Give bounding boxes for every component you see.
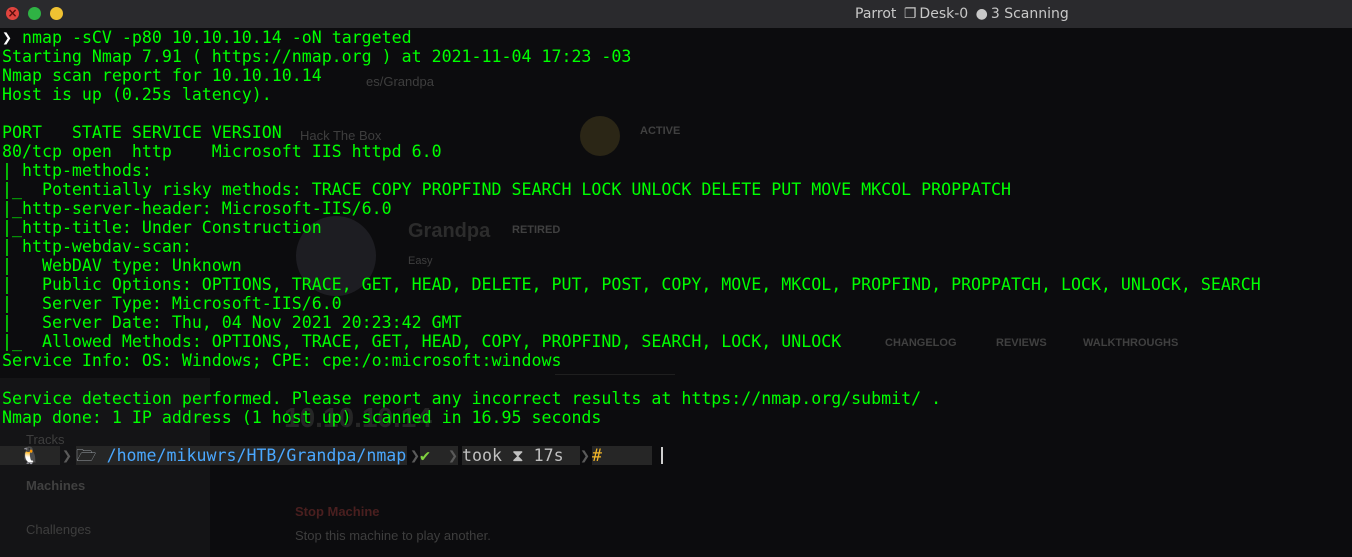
chevron-right-icon: ❯	[410, 446, 420, 465]
window-title-host: Parrot	[855, 6, 897, 22]
tux-icon: 🐧	[19, 446, 41, 465]
check-icon: ✔	[420, 446, 430, 465]
output-line: |_ Allowed Methods: OPTIONS, TRACE, GET,…	[2, 332, 842, 351]
output-line: | Server Date: Thu, 04 Nov 2021 20:23:42…	[2, 313, 462, 332]
path-segment: 🗁 /home/mikuwrs/HTB/Grandpa/nmap	[76, 446, 407, 465]
chevron-right-icon: ❯	[448, 446, 458, 465]
window-title-workspace: 3 Scanning	[990, 6, 1069, 22]
output-line: Nmap done: 1 IP address (1 host up) scan…	[2, 408, 602, 427]
output-line: | http-methods:	[2, 161, 162, 180]
output-line: | Public Options: OPTIONS, TRACE, GET, H…	[2, 275, 1261, 294]
prompt-symbol: ❯	[2, 28, 12, 47]
output-line: Host is up (0.25s latency).	[2, 85, 272, 104]
hourglass-icon: ⧗	[511, 446, 524, 465]
close-icon: ×	[7, 6, 18, 20]
window-title-desktop: Desk-0	[919, 6, 969, 22]
background-stop-desc: Stop this machine to play another.	[295, 528, 491, 543]
took-label: took	[462, 446, 502, 465]
output-line: Service detection performed. Please repo…	[2, 389, 942, 408]
output-line: | Server Type: Microsoft-IIS/6.0	[2, 294, 342, 313]
output-line: PORT STATE SERVICE VERSION	[2, 123, 282, 142]
chevron-right-icon: ❯	[62, 446, 72, 465]
output-line: Starting Nmap 7.91 ( https://nmap.org ) …	[2, 47, 632, 66]
desktop-icon: ❐	[903, 6, 917, 22]
os-segment: 🐧	[0, 446, 60, 465]
hash-symbol: #	[592, 446, 602, 465]
chevron-right-icon: ❯	[580, 446, 590, 465]
folder-icon: 🗁	[76, 446, 97, 465]
terminal-output[interactable]: ❯ nmap -sCV -p80 10.10.10.14 -oN targete…	[2, 28, 1261, 427]
output-line: |_http-title: Under Construction	[2, 218, 322, 237]
bullet-icon: ●	[975, 6, 988, 22]
window-title: Parrot ❐ Desk-0 ● 3 Scanning	[855, 6, 1069, 22]
path-prefix: /home/mikuwrs/HTB/Grandpa/	[106, 446, 367, 465]
background-stop-title: Stop Machine	[295, 504, 380, 519]
duration-segment: took ⧗ 17s	[462, 446, 580, 465]
output-line: | http-webdav-scan:	[2, 237, 202, 256]
root-segment: #	[592, 446, 652, 465]
close-window-button[interactable]: ×	[6, 6, 19, 20]
command-text: nmap -sCV -p80 10.10.10.14 -oN targeted	[22, 28, 412, 47]
window-titlebar: × Parrot ❐ Desk-0 ● 3 Scanning	[0, 0, 1352, 28]
path-current-dir: nmap	[366, 446, 407, 465]
terminal-cursor	[661, 447, 663, 464]
duration-value: 17s	[533, 446, 564, 465]
background-sidebar-challenges: Challenges	[26, 522, 92, 537]
background-sidebar-machines: Machines	[26, 478, 86, 493]
background-sidebar-tracks: Tracks	[26, 432, 65, 447]
maximize-window-button[interactable]	[28, 7, 41, 20]
output-line: Service Info: OS: Windows; CPE: cpe:/o:m…	[2, 351, 562, 370]
output-line: 80/tcp open http Microsoft IIS httpd 6.0	[2, 142, 442, 161]
output-line: | WebDAV type: Unknown	[2, 256, 242, 275]
output-line: |_http-server-header: Microsoft-IIS/6.0	[2, 199, 392, 218]
output-line: Nmap scan report for 10.10.10.14	[2, 66, 322, 85]
output-line: |_ Potentially risky methods: TRACE COPY…	[2, 180, 1012, 199]
command-line: ❯ nmap -sCV -p80 10.10.10.14 -oN targete…	[2, 28, 1261, 47]
minimize-window-button[interactable]	[50, 7, 63, 20]
